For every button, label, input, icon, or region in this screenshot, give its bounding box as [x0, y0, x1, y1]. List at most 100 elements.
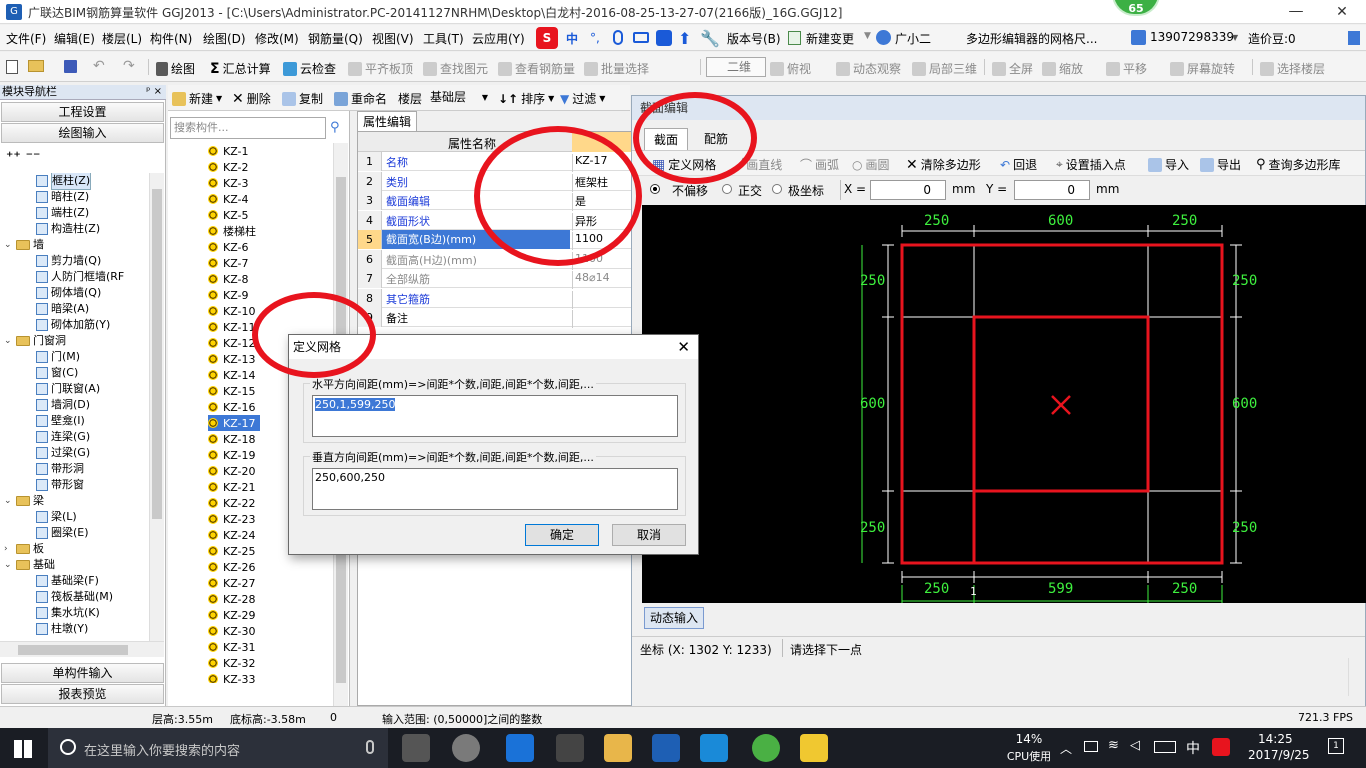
sort-button[interactable]: ↓↑ 排序 ▼ — [498, 90, 554, 107]
menu-assistant[interactable]: 广小二 — [895, 30, 931, 47]
vertical-spacing-input[interactable]: 250,600,250 — [312, 468, 678, 510]
nav-tree-item[interactable]: 砌体加筋(Y) — [36, 317, 110, 333]
import-button[interactable]: 导入 — [1148, 156, 1189, 173]
floor-select[interactable]: 基础层 ▼ — [428, 88, 490, 107]
close-button[interactable]: ✕ — [1318, 0, 1366, 24]
menu-file[interactable]: 文件(F) — [6, 30, 46, 47]
draw-input-button[interactable]: 绘图输入 — [1, 123, 164, 143]
tray-arrow-icon[interactable]: ︿ — [1060, 740, 1072, 757]
single-component-button[interactable]: 单构件输入 — [1, 663, 164, 683]
component-list-item[interactable]: KZ-23 — [208, 511, 256, 527]
nav-tree-item[interactable]: 墙洞(D) — [36, 397, 90, 413]
screen-rotate-button[interactable]: 屏幕旋转 — [1170, 60, 1235, 77]
copy-button[interactable]: 复制 — [282, 90, 323, 107]
menu-rebar[interactable]: 钢筋量(Q) — [308, 30, 363, 47]
report-preview-button[interactable]: 报表预览 — [1, 684, 164, 704]
clear-polygon-button[interactable]: ✕ 清除多边形 — [906, 156, 981, 173]
nav-tree-item[interactable]: 基础梁(F) — [36, 573, 99, 589]
component-list-item[interactable]: KZ-12 — [208, 335, 256, 351]
notes-app-icon[interactable] — [800, 734, 828, 762]
search-icon[interactable]: ⚲ — [330, 120, 340, 135]
nav-tree-item[interactable]: 暗柱(Z) — [36, 189, 89, 205]
batch-select-button[interactable]: 批量选择 — [584, 60, 649, 77]
minimize-button-2[interactable]: — — [1272, 0, 1318, 24]
menu-view[interactable]: 视图(V) — [372, 30, 414, 47]
cancel-button[interactable]: 取消 — [612, 524, 686, 546]
menu-version[interactable]: 版本号(B) — [727, 30, 781, 47]
battery-icon[interactable] — [1084, 741, 1098, 752]
nav-tree-item[interactable]: › 板 — [4, 541, 44, 557]
insert-point-marker[interactable] — [1051, 395, 1071, 415]
nav-tree-item[interactable]: 框柱(Z) — [36, 173, 92, 190]
drawing-canvas[interactable]: 250 600 250 250 600 250 250 600 250 250 … — [642, 205, 1366, 603]
component-list-item[interactable]: KZ-15 — [208, 383, 256, 399]
component-list-item[interactable]: KZ-8 — [208, 271, 249, 287]
windows-start-icon[interactable] — [14, 740, 32, 758]
component-list-item[interactable]: KZ-7 — [208, 255, 249, 271]
collapse-chevron-icon[interactable]: ⌄ — [4, 557, 13, 573]
nav-tree-item[interactable]: 窗(C) — [36, 365, 78, 381]
sogou-tray-icon[interactable] — [1212, 738, 1230, 756]
nav-tree-item[interactable]: ⌄ 门窗洞 — [4, 333, 66, 349]
expand-chevron-icon[interactable]: › — [4, 541, 13, 557]
taskbar-search-box[interactable]: 在这里输入你要搜索的内容 — [48, 728, 388, 768]
menu-component[interactable]: 构件(N) — [150, 30, 192, 47]
nav-tree-item[interactable]: 剪力墙(Q) — [36, 253, 101, 269]
nav-tree-item[interactable]: 柱墩(Y) — [36, 621, 88, 637]
component-list-item[interactable]: KZ-30 — [208, 623, 256, 639]
view-rebar-button[interactable]: 查看钢筋量 — [498, 60, 575, 77]
pin-close-icon[interactable]: ᵖ × — [146, 85, 162, 99]
file-explorer-icon[interactable] — [604, 734, 632, 762]
no-offset-radio[interactable] — [650, 184, 660, 194]
collapse-chevron-icon[interactable]: ⌄ — [4, 237, 13, 253]
punct-icon[interactable]: °, — [590, 31, 600, 45]
nav-tree-item[interactable]: 连梁(G) — [36, 429, 90, 445]
find-element-button[interactable]: 查找图元 — [423, 60, 488, 77]
app-swirl-icon[interactable] — [452, 734, 480, 762]
redo-icon[interactable]: ↷ — [123, 58, 135, 74]
nav-tree-item[interactable]: 梁(L) — [36, 509, 77, 525]
notice-text[interactable]: 多边形编辑器的网格尺... — [966, 30, 1097, 47]
component-list-item[interactable]: KZ-5 — [208, 207, 249, 223]
search-input[interactable]: 搜索构件... — [170, 117, 326, 139]
draw-arc-button[interactable]: ⌒ 画弧 — [800, 156, 839, 173]
voice-mic-icon[interactable] — [366, 740, 374, 754]
menu-modify[interactable]: 修改(M) — [255, 30, 299, 47]
component-list-item[interactable]: 楼梯柱 — [208, 223, 256, 239]
nav-tree-item[interactable]: 砌体墙(Q) — [36, 285, 101, 301]
y-input[interactable]: 0 — [1014, 180, 1090, 200]
new-component-button[interactable]: 新建 ▼ — [172, 90, 222, 107]
component-list-item[interactable]: KZ-20 — [208, 463, 256, 479]
nav-tree-item[interactable]: 圈梁(E) — [36, 525, 89, 541]
component-list-item[interactable]: KZ-32 — [208, 655, 256, 671]
component-list-item[interactable]: KZ-17 — [208, 415, 260, 431]
wifi-icon[interactable]: ≋ — [1108, 738, 1119, 753]
menu-new-change[interactable]: 新建变更 — [806, 30, 854, 47]
polar-radio[interactable] — [772, 184, 782, 194]
fullscreen-button[interactable]: 全屏 — [992, 60, 1033, 77]
component-list-item[interactable]: KZ-6 — [208, 239, 249, 255]
sogou-icon[interactable]: S — [536, 27, 558, 49]
component-list-item[interactable]: KZ-13 — [208, 351, 256, 367]
edge-browser-icon[interactable] — [506, 734, 534, 762]
nav-tree-item[interactable]: ⌄ 墙 — [4, 237, 44, 253]
nav-tree-item[interactable]: 暗梁(A) — [36, 301, 89, 317]
nav-tree-item[interactable]: 过梁(G) — [36, 445, 90, 461]
nav-tree-item[interactable]: ⌄ 基础 — [4, 557, 55, 573]
property-value[interactable]: 48⌀14 — [572, 271, 632, 289]
component-list-item[interactable]: KZ-29 — [208, 607, 256, 623]
component-list-item[interactable]: KZ-11 — [208, 319, 256, 335]
tab-property-edit[interactable]: 属性编辑 — [357, 111, 417, 131]
nav-tree-item[interactable]: 门联窗(A) — [36, 381, 100, 397]
component-list-item[interactable]: KZ-24 — [208, 527, 256, 543]
nav-tree-item[interactable]: 端柱(Z) — [36, 205, 89, 221]
ime-mode[interactable]: 中 — [566, 30, 578, 47]
component-list-item[interactable]: KZ-2 — [208, 159, 249, 175]
upload-icon[interactable]: ⬆ — [678, 29, 691, 48]
nav-tree-item[interactable]: 筏板基础(M) — [36, 589, 113, 605]
component-list-item[interactable]: KZ-10 — [208, 303, 256, 319]
store-icon[interactable] — [556, 734, 584, 762]
select-floor-button[interactable]: 选择楼层 — [1260, 60, 1325, 77]
menu-floor[interactable]: 楼层(L) — [102, 30, 142, 47]
property-value[interactable] — [572, 310, 632, 328]
